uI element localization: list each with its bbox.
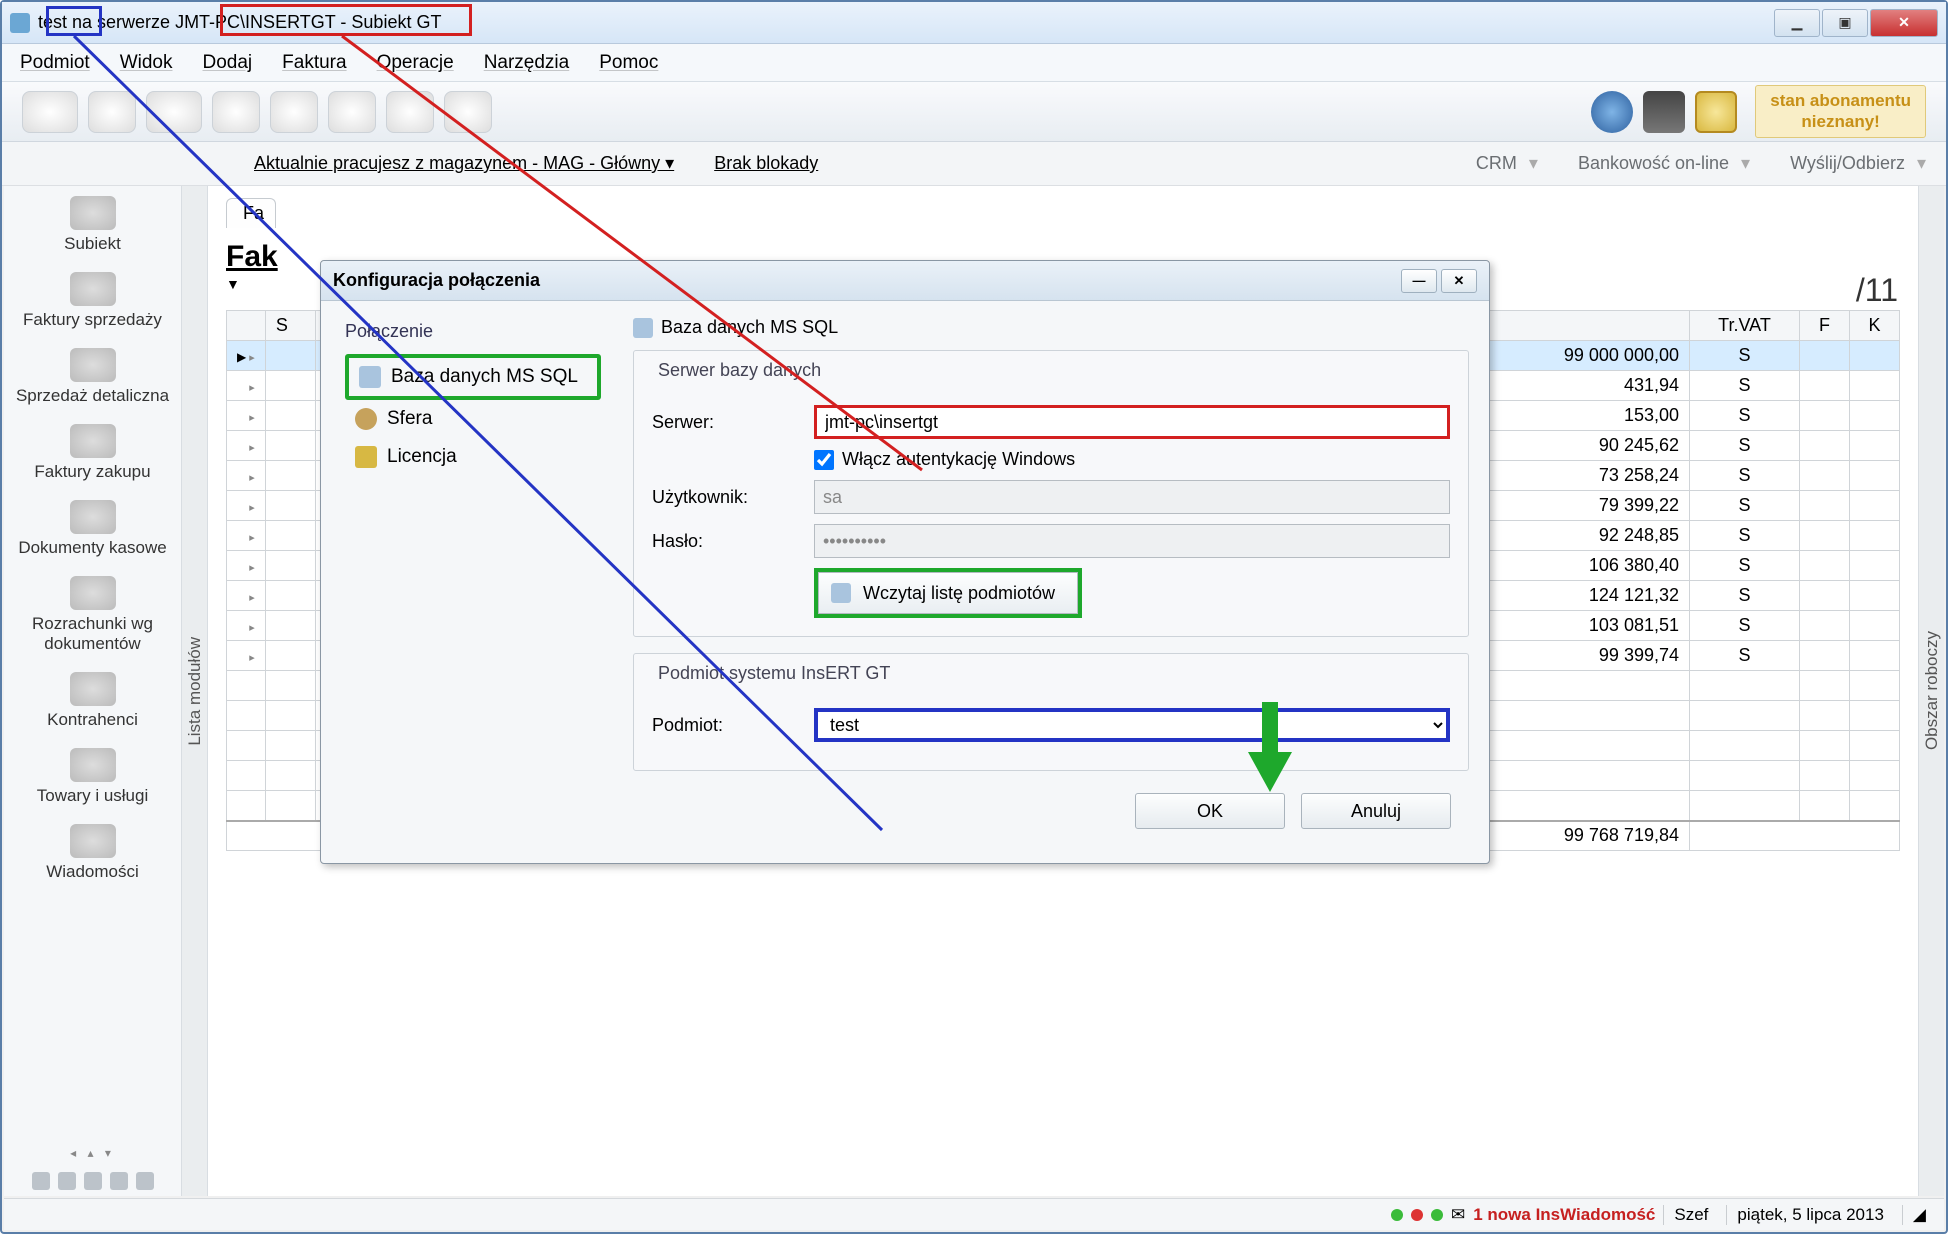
app-window: test na serwerze JMT-PC\INSERTGT - Subie… — [0, 0, 1948, 1234]
dialog-side-nav: Połączenie Baza danych MS SQL Sfera Lice… — [333, 313, 613, 851]
left-nav: Subiekt Faktury sprzedaży Sprzedaż detal… — [4, 186, 182, 1196]
status-date: piątek, 5 lipca 2013 — [1726, 1205, 1894, 1225]
winauth-label: Włącz autentykację Windows — [842, 449, 1075, 470]
module-list-strip[interactable]: Lista modułów — [182, 186, 208, 1196]
user-icon — [355, 408, 377, 430]
send-receive-dropdown[interactable]: Wyślij/Odbierz — [1790, 153, 1926, 174]
infobar: Aktualnie pracujesz z magazynem - MAG - … — [2, 142, 1946, 186]
password-label: Hasło: — [652, 531, 802, 552]
mail-icon: ✉ — [1451, 1205, 1465, 1225]
db-title-icon — [633, 318, 653, 338]
tool-doc-icon[interactable] — [212, 91, 260, 133]
user-input — [814, 480, 1450, 514]
menu-faktura[interactable]: Faktura — [282, 52, 346, 74]
status-dot-green-2 — [1431, 1209, 1443, 1221]
app-icon — [10, 13, 30, 33]
nav-rozrachunki[interactable]: Rozrachunki wg dokumentów — [4, 568, 181, 664]
ins-message-link[interactable]: 1 nowa InsWiadomość — [1473, 1205, 1655, 1225]
tool-flag-icon[interactable] — [88, 91, 136, 133]
window-maximize-button[interactable] — [1822, 9, 1868, 37]
key-icon — [355, 446, 377, 468]
window-close-button[interactable] — [1870, 9, 1938, 37]
nav-wiadomosci[interactable]: Wiadomości — [4, 816, 181, 892]
col-s[interactable]: S — [265, 311, 315, 341]
warehouse-link[interactable]: Aktualnie pracujesz z magazynem - MAG - … — [254, 153, 674, 174]
load-entities-button[interactable]: Wczytaj listę podmiotów — [818, 572, 1078, 614]
cancel-button[interactable]: Anuluj — [1301, 793, 1451, 829]
side-item-sfera[interactable]: Sfera — [345, 400, 601, 438]
side-item-licencja[interactable]: Licencja — [345, 438, 601, 476]
col-f[interactable]: F — [1800, 311, 1850, 341]
menu-pomoc[interactable]: Pomoc — [599, 52, 658, 74]
nav-subiekt[interactable]: Subiekt — [4, 188, 181, 264]
dialog-titlebar: Konfiguracja połączenia — ✕ — [321, 261, 1489, 301]
tool-print-icon[interactable] — [328, 91, 376, 133]
nav-sprzedaz-detaliczna[interactable]: Sprzedaż detaliczna — [4, 340, 181, 416]
window-title: test na serwerze JMT-PC\INSERTGT - Subie… — [38, 12, 1774, 33]
list-icon — [831, 583, 851, 603]
menu-narzedzia[interactable]: Narzędzia — [484, 52, 570, 74]
tool-copy-icon[interactable] — [270, 91, 318, 133]
help-shield-icon[interactable] — [1695, 91, 1737, 133]
cube-icon[interactable] — [1643, 91, 1685, 133]
podmiot-label: Podmiot: — [652, 715, 802, 736]
user-label: Użytkownik: — [652, 487, 802, 508]
ok-button[interactable]: OK — [1135, 793, 1285, 829]
nav-scroll-arrows[interactable]: ◂ ▴ ▾ — [64, 1140, 121, 1166]
nav-bottom-icons[interactable] — [26, 1166, 160, 1196]
status-dot-red — [1411, 1209, 1423, 1221]
menu-operacje[interactable]: Operacje — [377, 52, 454, 74]
work-area-strip[interactable]: Obszar roboczy — [1918, 186, 1944, 1196]
podmiot-select[interactable]: test — [814, 708, 1450, 742]
status-user: Szef — [1663, 1205, 1718, 1225]
lock-link[interactable]: Brak blokady — [714, 153, 818, 174]
server-label: Serwer: — [652, 412, 802, 433]
menu-podmiot[interactable]: Podmiot — [20, 52, 90, 74]
server-input[interactable] — [814, 405, 1450, 439]
banking-dropdown[interactable]: Bankowość on-line — [1578, 153, 1750, 174]
tool-back-icon[interactable] — [22, 91, 78, 133]
subscription-status: stan abonamentunieznany! — [1755, 85, 1926, 138]
nav-dokumenty-kasowe[interactable]: Dokumenty kasowe — [4, 492, 181, 568]
nav-kontrahenci[interactable]: Kontrahenci — [4, 664, 181, 740]
crm-dropdown[interactable]: CRM — [1476, 153, 1538, 174]
tool-tag-icon[interactable] — [146, 91, 202, 133]
connection-config-dialog: Konfiguracja połączenia — ✕ Połączenie B… — [320, 260, 1490, 864]
statusbar: ✉ 1 nowa InsWiadomość Szef piątek, 5 lip… — [4, 1198, 1944, 1230]
tab-fa[interactable]: Fa — [226, 198, 276, 228]
dialog-close-button[interactable]: ✕ — [1441, 269, 1477, 293]
col-k[interactable]: K — [1850, 311, 1900, 341]
dialog-minimize-button[interactable]: — — [1401, 269, 1437, 293]
tool-undo-icon[interactable] — [386, 91, 434, 133]
side-heading: Połączenie — [345, 321, 601, 342]
database-icon — [359, 366, 381, 388]
nav-faktury-sprzedazy[interactable]: Faktury sprzedaży — [4, 264, 181, 340]
counter-label: /11 — [1856, 272, 1898, 309]
tool-redo-icon[interactable] — [444, 91, 492, 133]
nav-towary-uslugi[interactable]: Towary i usługi — [4, 740, 181, 816]
server-groupbox: Serwer bazy danych Serwer: Włącz autenty… — [633, 350, 1469, 637]
col-trvat[interactable]: Tr.VAT — [1690, 311, 1800, 341]
titlebar: test na serwerze JMT-PC\INSERTGT - Subie… — [2, 2, 1946, 44]
winauth-checkbox[interactable] — [814, 450, 834, 470]
side-item-database[interactable]: Baza danych MS SQL — [345, 354, 601, 400]
status-resize-grip[interactable]: ◢ — [1902, 1205, 1936, 1225]
globe-icon[interactable] — [1591, 91, 1633, 133]
password-input — [814, 524, 1450, 558]
status-dot-green-1 — [1391, 1209, 1403, 1221]
green-arrow-icon — [1248, 702, 1292, 792]
nav-faktury-zakupu[interactable]: Faktury zakupu — [4, 416, 181, 492]
menubar: Podmiot Widok Dodaj Faktura Operacje Nar… — [2, 44, 1946, 82]
podmiot-groupbox: Podmiot systemu InsERT GT Podmiot: test — [633, 653, 1469, 771]
db-panel-title: Baza danych MS SQL — [633, 317, 1469, 338]
toolbar: stan abonamentunieznany! — [2, 82, 1946, 142]
menu-dodaj[interactable]: Dodaj — [203, 52, 253, 74]
window-minimize-button[interactable] — [1774, 9, 1820, 37]
menu-widok[interactable]: Widok — [120, 52, 173, 74]
